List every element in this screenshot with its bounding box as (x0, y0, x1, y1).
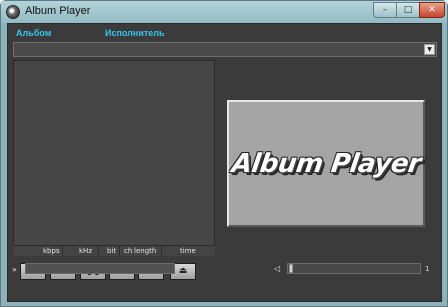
minimize-button[interactable]: – (373, 2, 397, 18)
player-body: Альбом Исполнитель ▼ kbps kHz bit ch len… (7, 23, 442, 302)
track-info-bar: kbps kHz bit ch length time (13, 245, 215, 256)
khz-label: kHz (79, 247, 92, 255)
volume-icon: ◁ (274, 264, 281, 273)
time-label: time (180, 247, 196, 255)
close-button[interactable]: ✕ (419, 2, 445, 18)
title-bar[interactable]: Album Player – □ ✕ (1, 1, 447, 23)
playlist[interactable] (13, 60, 215, 256)
eject-icon: ⏏ (178, 266, 188, 276)
app-window: Album Player – □ ✕ Альбом Исполнитель ▼ … (0, 0, 448, 307)
maximize-button[interactable]: □ (396, 2, 420, 18)
bit-label: bit (107, 247, 117, 255)
album-select[interactable]: ▼ (13, 42, 437, 57)
app-logo: Album Player (229, 148, 423, 179)
volume-slider[interactable] (287, 263, 421, 274)
volume-handle[interactable] (289, 264, 293, 273)
divider (98, 246, 99, 256)
divider (119, 246, 120, 256)
volume-value: 1 (425, 265, 430, 273)
chevron-down-icon[interactable]: ▼ (424, 44, 435, 55)
length-label: length (134, 247, 157, 255)
logo-panel: Album Player (227, 100, 425, 227)
window-title: Album Player (25, 5, 91, 17)
artist-tab[interactable]: Исполнитель (105, 28, 165, 38)
seek-bar[interactable] (25, 263, 175, 274)
divider (62, 246, 63, 256)
ch-label: ch (124, 247, 133, 255)
disc-icon (6, 5, 20, 19)
kbps-label: kbps (43, 247, 60, 255)
album-tab[interactable]: Альбом (16, 28, 51, 38)
fast-forward-icon: » (12, 265, 17, 274)
divider (161, 246, 162, 256)
